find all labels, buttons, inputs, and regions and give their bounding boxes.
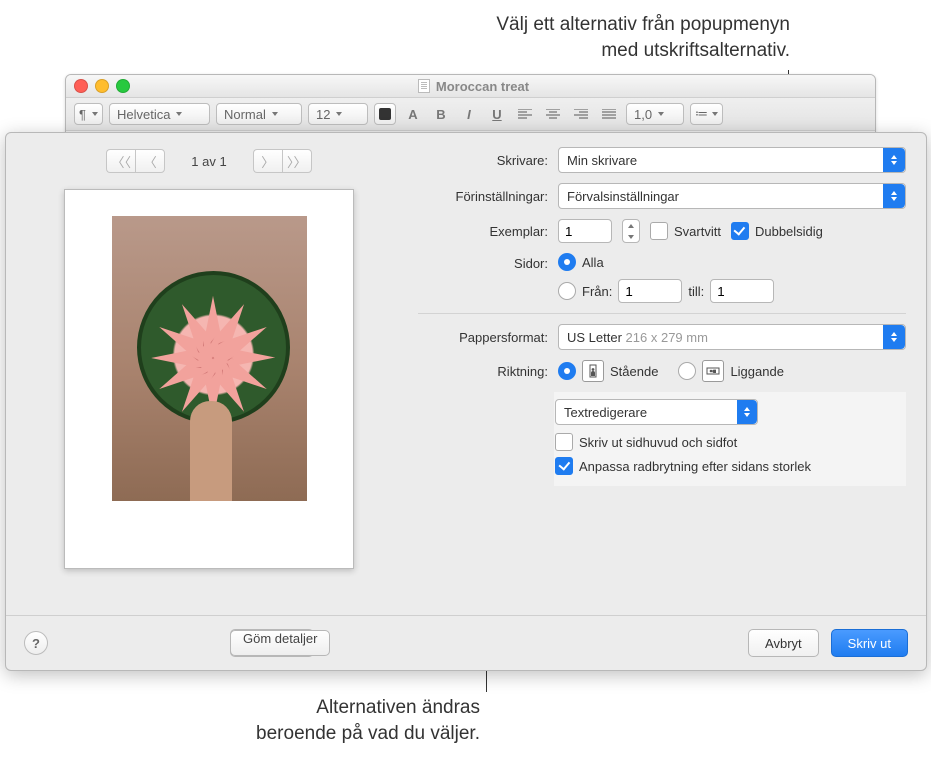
bw-checkbox[interactable]: Svartvitt <box>650 222 721 240</box>
bold-button[interactable]: B <box>430 104 452 124</box>
paragraph-marks-button[interactable]: ¶ <box>74 103 103 125</box>
chevron-down-icon <box>92 112 98 116</box>
prev-page-button[interactable]: 〈 <box>135 149 165 173</box>
chevron-down-icon <box>272 112 278 116</box>
next-page-button[interactable]: 〉 <box>253 149 282 173</box>
format-toolbar: ¶ Helvetica Normal 12 A B I U 1,0 ≔ <box>66 98 875 131</box>
rewrap-checkbox[interactable]: Anpassa radbrytning efter sidans storlek <box>555 457 905 475</box>
chevron-down-icon <box>176 112 182 116</box>
window-title: Moroccan treat <box>137 79 810 94</box>
duplex-checkbox[interactable]: Dubbelsidig <box>731 222 823 240</box>
align-justify-button[interactable] <box>598 104 620 124</box>
orientation-label: Riktning: <box>418 364 548 379</box>
first-page-button[interactable]: 〈〈 <box>106 149 135 173</box>
divider <box>418 313 906 314</box>
paper-label: Pappersformat: <box>418 330 548 345</box>
last-page-button[interactable]: 〉〉 <box>282 149 312 173</box>
thumbnail-image <box>112 216 307 501</box>
minimize-button[interactable] <box>95 79 109 93</box>
landscape-icon <box>702 360 724 382</box>
pages-to-input[interactable] <box>710 279 774 303</box>
zoom-button[interactable] <box>116 79 130 93</box>
preview-pane: 〈〈 〈 1 av 1 〉 〉〉 <box>6 133 412 615</box>
print-options-section: Textredigerare Skriv ut sidhuvud och sid… <box>554 392 906 486</box>
document-icon <box>418 79 430 93</box>
print-options-select[interactable]: Textredigerare <box>555 399 758 425</box>
presets-label: Förinställningar: <box>418 189 548 204</box>
presets-select[interactable]: Förvalsinställningar <box>558 183 906 209</box>
paper-format-select[interactable]: US Letter 216 x 279 mm <box>558 324 906 350</box>
titlebar: Moroccan treat <box>66 75 875 98</box>
print-dialog: 〈〈 〈 1 av 1 〉 〉〉 <box>5 132 927 671</box>
dropdown-icon <box>737 400 757 424</box>
hide-details-button[interactable]: Göm detaljer <box>230 630 330 656</box>
help-button[interactable]: ? <box>24 631 48 655</box>
list-icon: ≔ <box>695 106 706 122</box>
align-center-icon <box>546 109 560 119</box>
page-count: 1 av 1 <box>173 154 244 169</box>
line-spacing-select[interactable]: 1,0 <box>626 103 684 125</box>
print-button[interactable]: Skriv ut <box>831 629 908 657</box>
callout-bottom: Alternativen ändras beroende på vad du v… <box>225 695 480 746</box>
list-style-button[interactable]: ≔ <box>690 103 723 125</box>
dropdown-icon <box>883 325 905 349</box>
printer-select[interactable]: Min skrivare <box>558 147 906 173</box>
pages-range-radio[interactable]: Från: till: <box>558 279 774 303</box>
font-select[interactable]: Helvetica <box>109 103 210 125</box>
chevron-down-icon <box>336 112 342 116</box>
close-button[interactable] <box>74 79 88 93</box>
printer-label: Skrivare: <box>418 153 548 168</box>
page-navigator: 〈〈 〈 1 av 1 〉 〉〉 <box>106 149 311 173</box>
portrait-icon <box>582 360 604 382</box>
align-justify-icon <box>602 109 616 119</box>
strikethrough-color-button[interactable]: A <box>402 104 424 124</box>
chevron-down-icon <box>712 112 718 116</box>
orientation-portrait-radio[interactable]: Stående <box>558 360 658 382</box>
pages-all-radio[interactable]: Alla <box>558 253 774 271</box>
underline-button[interactable]: U <box>486 104 508 124</box>
pages-from-input[interactable] <box>618 279 682 303</box>
color-swatch-icon <box>379 108 391 120</box>
italic-button[interactable]: I <box>458 104 480 124</box>
text-color-button[interactable] <box>374 103 396 125</box>
dropdown-icon <box>883 184 905 208</box>
align-left-button[interactable] <box>514 104 536 124</box>
align-right-button[interactable] <box>570 104 592 124</box>
style-select[interactable]: Normal <box>216 103 302 125</box>
align-right-icon <box>574 109 588 119</box>
align-left-icon <box>518 109 532 119</box>
align-center-button[interactable] <box>542 104 564 124</box>
font-size-select[interactable]: 12 <box>308 103 368 125</box>
settings-pane: Skrivare: Min skrivare Förinställningar:… <box>412 133 926 615</box>
copies-stepper[interactable] <box>622 219 640 243</box>
window-title-text: Moroccan treat <box>436 79 529 94</box>
page-thumbnail <box>64 189 354 569</box>
copies-label: Exemplar: <box>418 224 548 239</box>
orientation-landscape-radio[interactable]: Liggande <box>678 360 784 382</box>
pages-label: Sidor: <box>418 253 548 271</box>
dialog-footer: ? PDF Avbryt Skriv ut <box>6 616 926 670</box>
chevron-down-icon <box>658 112 664 116</box>
header-footer-checkbox[interactable]: Skriv ut sidhuvud och sidfot <box>555 433 905 451</box>
cancel-button[interactable]: Avbryt <box>748 629 819 657</box>
copies-input[interactable] <box>558 219 612 243</box>
callout-top: Välj ett alternativ från popupmenyn med … <box>360 12 790 63</box>
dropdown-icon <box>883 148 905 172</box>
